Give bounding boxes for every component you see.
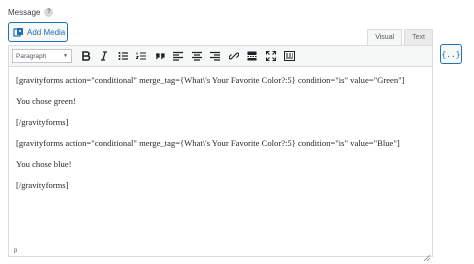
editor-toolbar: Paragraph ▼ bbox=[9, 46, 432, 67]
add-media-label: Add Media bbox=[27, 27, 66, 37]
media-icon bbox=[13, 27, 24, 38]
align-right-icon bbox=[210, 51, 220, 61]
link-button[interactable] bbox=[225, 48, 242, 64]
numbered-list-button[interactable] bbox=[133, 48, 150, 64]
rich-text-editor: Paragraph ▼ [gravityforms action="condit… bbox=[8, 45, 433, 262]
toolbar-toggle-icon bbox=[283, 51, 295, 61]
tab-visual[interactable]: Visual bbox=[367, 29, 403, 45]
resize-handle-icon[interactable] bbox=[423, 248, 431, 262]
chevron-down-icon: ▼ bbox=[63, 53, 68, 59]
blockquote-button[interactable] bbox=[151, 48, 168, 64]
format-select-value: Paragraph bbox=[16, 52, 47, 60]
fullscreen-button[interactable] bbox=[262, 48, 279, 64]
toolbar-toggle-button[interactable] bbox=[281, 48, 298, 64]
content-paragraph: [gravityforms action="conditional" merge… bbox=[16, 138, 400, 148]
read-more-icon bbox=[247, 51, 257, 61]
blockquote-icon bbox=[155, 53, 165, 60]
field-label-row: Message ? bbox=[8, 4, 54, 20]
italic-button[interactable] bbox=[96, 48, 113, 64]
editor-statusbar: p bbox=[9, 244, 432, 257]
content-paragraph: You chose green! bbox=[16, 96, 76, 106]
italic-icon bbox=[101, 51, 107, 61]
read-more-button[interactable] bbox=[244, 48, 261, 64]
editor-tabs: Visual Text bbox=[367, 29, 433, 45]
help-icon[interactable]: ? bbox=[44, 7, 54, 17]
content-paragraph: [/gravityforms] bbox=[16, 180, 69, 190]
field-label: Message bbox=[8, 7, 41, 17]
align-center-button[interactable] bbox=[188, 48, 205, 64]
content-paragraph: You chose blue! bbox=[16, 159, 72, 169]
content-paragraph: [/gravityforms] bbox=[16, 117, 69, 127]
align-center-icon bbox=[191, 51, 202, 61]
fullscreen-icon bbox=[265, 51, 276, 61]
align-right-button[interactable] bbox=[207, 48, 224, 64]
align-left-icon bbox=[173, 51, 183, 61]
editor-content[interactable]: [gravityforms action="conditional" merge… bbox=[16, 75, 421, 201]
bullet-list-button[interactable] bbox=[114, 48, 131, 64]
merge-tag-button[interactable]: {..} bbox=[440, 44, 462, 64]
bold-icon bbox=[81, 51, 90, 61]
link-icon bbox=[228, 52, 239, 60]
tab-text[interactable]: Text bbox=[404, 29, 433, 45]
align-left-button[interactable] bbox=[170, 48, 187, 64]
element-path[interactable]: p bbox=[14, 248, 17, 254]
format-select[interactable]: Paragraph ▼ bbox=[12, 49, 72, 63]
add-media-button[interactable]: Add Media bbox=[8, 22, 68, 42]
bold-button[interactable] bbox=[77, 48, 94, 64]
bullet-list-icon bbox=[118, 52, 128, 60]
numbered-list-icon bbox=[136, 52, 146, 60]
content-paragraph: [gravityforms action="conditional" merge… bbox=[16, 75, 405, 85]
